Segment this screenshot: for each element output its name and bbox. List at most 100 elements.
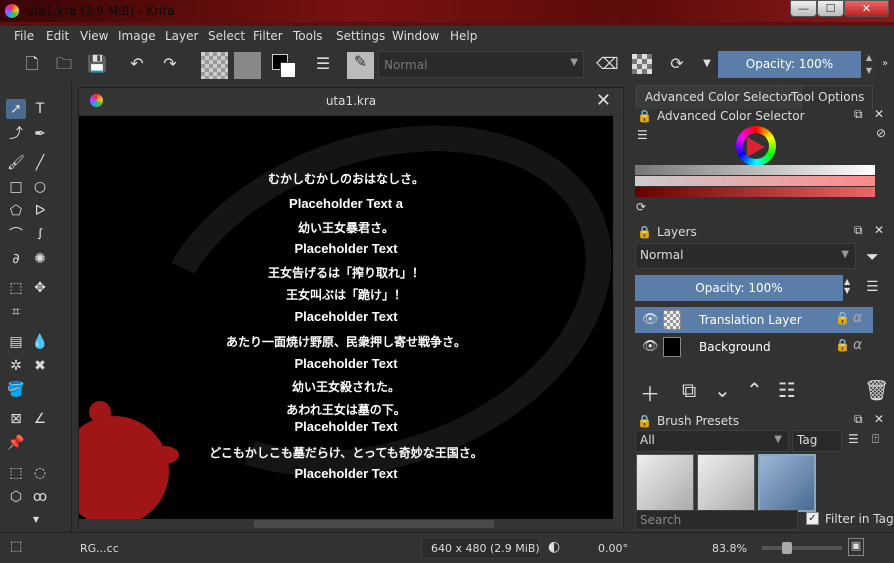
open-folder-icon[interactable]: 🗀 xyxy=(54,54,74,74)
color-picker-icon[interactable]: 💧 xyxy=(30,332,50,352)
polygon-select-tool-icon[interactable]: ⬡ xyxy=(6,487,26,507)
calligraphy-tool-icon[interactable]: ✒ xyxy=(30,124,50,144)
opacity-slider[interactable]: Opacity: 100% xyxy=(718,51,861,78)
layer-opacity-slider[interactable]: Opacity: 100% xyxy=(635,275,843,301)
menu-help[interactable]: Help xyxy=(450,29,477,43)
layer-row[interactable]: 👁 Background 🔒 α xyxy=(635,334,873,360)
lock-panel-icon[interactable]: 🔒 xyxy=(637,109,652,123)
toolbar-overflow-icon[interactable]: » xyxy=(878,54,892,74)
brush-tool-icon[interactable]: 🖌 xyxy=(6,153,26,173)
import-icon[interactable]: ⍐ xyxy=(872,432,879,447)
lock-icon[interactable]: 🔒 xyxy=(835,338,850,352)
layer-properties-icon[interactable]: ☷ xyxy=(778,378,796,402)
transform-tool-icon[interactable]: ⬚ xyxy=(6,278,26,298)
add-layer-icon[interactable]: ＋ xyxy=(640,378,660,407)
close-document-icon[interactable]: ✕ xyxy=(596,90,611,111)
eye-icon[interactable]: 👁 xyxy=(642,312,659,327)
lock-panel-icon[interactable]: 🔒 xyxy=(637,225,652,239)
bezier-tool-icon[interactable]: ⌒ xyxy=(6,225,26,245)
freehand-path-tool-icon[interactable]: ꭍ xyxy=(30,225,50,245)
brush-preset[interactable] xyxy=(636,454,694,512)
measure-tool-icon[interactable]: ∠ xyxy=(30,409,50,429)
rotation-icon[interactable]: ◐ xyxy=(548,539,560,555)
close-panel-icon[interactable]: ✕ xyxy=(874,412,884,426)
delete-layer-icon[interactable]: 🗑 xyxy=(864,378,889,402)
float-panel-icon[interactable]: ⧉ xyxy=(854,412,863,427)
fill-tool-icon[interactable]: 🪣 xyxy=(6,380,26,400)
layer-row[interactable]: 👁 Translation Layer 🔒 α xyxy=(635,307,873,333)
value-slider[interactable] xyxy=(635,165,875,175)
close-panel-icon[interactable]: ✕ xyxy=(874,223,884,237)
reload-preset-icon[interactable]: ⟳ xyxy=(667,54,687,74)
move-up-icon[interactable]: ⌃ xyxy=(746,378,763,402)
filter-icon[interactable]: ⏷ xyxy=(866,247,879,267)
gradient-icon[interactable] xyxy=(201,52,228,79)
move-tool-icon[interactable]: ✥ xyxy=(30,278,50,298)
menu-file[interactable]: File xyxy=(14,29,34,43)
alpha-icon[interactable]: α xyxy=(853,310,862,326)
filter-in-tag-checkbox[interactable]: ✓ xyxy=(806,512,819,525)
dynamic-brush-tool-icon[interactable]: ∂ xyxy=(6,249,26,269)
fit-page-icon[interactable]: ▣ xyxy=(848,538,864,556)
ellipse-tool-icon[interactable]: ○ xyxy=(30,177,50,197)
ellipse-select-tool-icon[interactable]: ◌ xyxy=(30,463,50,483)
redo-icon[interactable]: ↷ xyxy=(160,54,180,74)
layer-options-icon[interactable]: ☰ xyxy=(866,279,879,295)
tag-button[interactable]: Tag xyxy=(792,430,842,452)
float-panel-icon[interactable]: ⧉ xyxy=(854,107,863,122)
selection-icon[interactable]: ⬚ xyxy=(10,539,22,554)
zoom-slider[interactable] xyxy=(762,542,842,554)
tab-advanced-color-selector[interactable]: Advanced Color Selector xyxy=(636,85,802,109)
edit-shapes-tool-icon[interactable]: ⤴ xyxy=(6,124,26,144)
reference-tool-icon[interactable]: 📌 xyxy=(6,433,26,453)
rectangle-tool-icon[interactable]: □ xyxy=(6,177,26,197)
mirror-dropdown-icon[interactable]: ▼ xyxy=(697,54,717,74)
menu-settings[interactable]: Settings xyxy=(336,29,385,43)
menu-tools[interactable]: Tools xyxy=(293,29,323,43)
menu-layer[interactable]: Layer xyxy=(165,29,198,43)
duplicate-layer-icon[interactable]: ⧉ xyxy=(682,378,696,402)
move-down-icon[interactable]: ⌄ xyxy=(714,378,731,402)
color-wheel[interactable] xyxy=(736,126,776,166)
toolbox-scroll-icon[interactable]: ▼ xyxy=(26,515,46,525)
lock-icon[interactable]: 🔒 xyxy=(835,311,850,325)
eraser-icon[interactable]: ⌫ xyxy=(596,54,619,74)
tab-tool-options[interactable]: Tool Options xyxy=(782,85,874,109)
lock-panel-icon[interactable]: 🔒 xyxy=(637,414,652,428)
alpha-lock-icon[interactable] xyxy=(632,54,652,74)
gradient-tool-icon[interactable]: ▤ xyxy=(6,332,26,352)
close-window-button[interactable]: ✕ xyxy=(844,0,889,17)
float-panel-icon[interactable]: ⧉ xyxy=(854,223,863,238)
image-canvas[interactable]: むかしむかしのおはなしさ。 Placeholder Text a 幼い王女暴君さ。 P… xyxy=(79,116,613,519)
zoom-slider-handle[interactable] xyxy=(782,542,792,554)
colorize-mask-tool-icon[interactable]: ✲ xyxy=(6,356,26,376)
smart-patch-tool-icon[interactable]: ✖ xyxy=(30,356,50,376)
layer-blend-select[interactable]: Normal ▼ xyxy=(635,243,856,269)
refresh-icon[interactable]: ⟳ xyxy=(636,200,646,214)
scrollbar-thumb[interactable] xyxy=(254,520,494,528)
select-shapes-tool-icon[interactable]: ➚ xyxy=(6,99,26,119)
horizontal-scrollbar[interactable] xyxy=(79,519,623,529)
no-color-icon[interactable]: ⊘ xyxy=(876,126,886,140)
close-panel-icon[interactable]: ✕ xyxy=(874,107,884,121)
brush-settings-icon[interactable]: ☰ xyxy=(313,54,333,74)
multibrush-tool-icon[interactable]: ✺ xyxy=(30,249,50,269)
brush-search-input[interactable]: Search xyxy=(635,510,798,530)
polygon-tool-icon[interactable]: ⬠ xyxy=(6,201,26,221)
text-tool-icon[interactable]: T xyxy=(30,99,50,119)
undo-icon[interactable]: ↶ xyxy=(127,54,147,74)
freehand-select-tool-icon[interactable]: ꝏ xyxy=(30,487,50,507)
brush-tag-select[interactable]: All ▼ xyxy=(635,430,789,452)
vertical-scrollbar[interactable] xyxy=(613,116,623,519)
saturation-slider[interactable] xyxy=(635,176,875,186)
new-document-icon[interactable]: 🗋 xyxy=(22,54,42,74)
line-tool-icon[interactable]: ╱ xyxy=(30,153,50,173)
polyline-tool-icon[interactable]: ᐅ xyxy=(30,201,50,221)
menu-select[interactable]: Select xyxy=(208,29,245,43)
opacity-spin[interactable]: ▲ ▼ xyxy=(862,51,876,78)
alpha-icon[interactable]: α xyxy=(853,337,862,353)
opacity-spin[interactable]: ▲ ▼ xyxy=(844,277,850,295)
menu-window[interactable]: Window xyxy=(392,29,439,43)
rect-select-tool-icon[interactable]: ⬚ xyxy=(6,463,26,483)
view-options-icon[interactable]: ☰ xyxy=(848,432,859,446)
